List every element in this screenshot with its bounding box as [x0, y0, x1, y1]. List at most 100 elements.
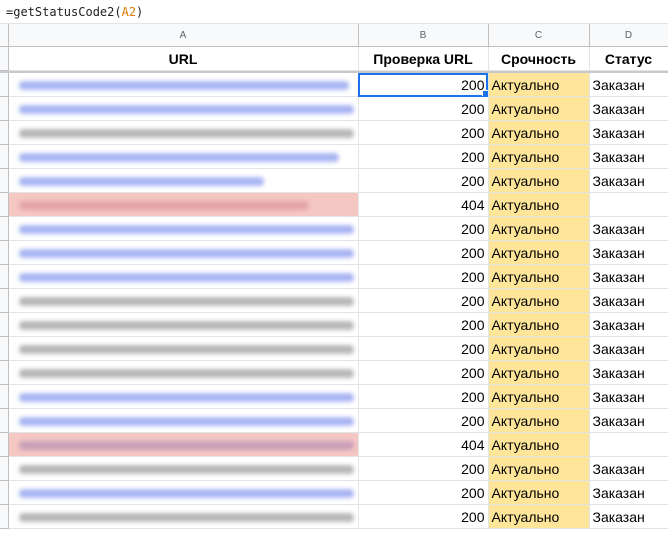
status-code-cell[interactable]: 200: [358, 360, 489, 385]
url-cell[interactable]: [8, 144, 359, 169]
status-cell[interactable]: Заказан: [589, 288, 668, 313]
urgency-cell[interactable]: Актуально: [488, 96, 590, 121]
row-header[interactable]: [0, 46, 9, 71]
status-code-cell[interactable]: 200: [358, 480, 489, 505]
status-cell[interactable]: Заказан: [589, 240, 668, 265]
row-header[interactable]: [0, 312, 9, 337]
urgency-cell[interactable]: Актуально: [488, 408, 590, 433]
status-cell[interactable]: Заказан: [589, 120, 668, 145]
url-cell[interactable]: [8, 384, 359, 409]
fill-handle[interactable]: [481, 90, 487, 96]
row-header[interactable]: [0, 456, 9, 481]
url-cell[interactable]: [8, 288, 359, 313]
status-cell[interactable]: [589, 192, 668, 217]
url-cell[interactable]: [8, 336, 359, 361]
urgency-cell[interactable]: Актуально: [488, 240, 590, 265]
url-cell[interactable]: [8, 504, 359, 529]
row-header[interactable]: [0, 480, 9, 505]
row-header[interactable]: [0, 96, 9, 121]
urgency-cell[interactable]: Актуально: [488, 384, 590, 409]
row-header[interactable]: [0, 168, 9, 193]
column-header-d[interactable]: D: [589, 24, 668, 47]
url-cell[interactable]: [8, 480, 359, 505]
status-cell[interactable]: Заказан: [589, 384, 668, 409]
urgency-cell[interactable]: Актуально: [488, 312, 590, 337]
select-all-corner[interactable]: [0, 24, 9, 47]
status-cell[interactable]: Заказан: [589, 504, 668, 529]
row-header[interactable]: [0, 336, 9, 361]
url-cell[interactable]: [8, 96, 359, 121]
url-cell[interactable]: [8, 120, 359, 145]
row-header[interactable]: [0, 504, 9, 529]
header-url-check[interactable]: Проверка URL: [358, 46, 489, 71]
status-code-cell[interactable]: 200: [358, 96, 489, 121]
header-urgency[interactable]: Срочность: [488, 46, 590, 71]
status-code-cell[interactable]: 200: [358, 336, 489, 361]
urgency-cell[interactable]: Актуально: [488, 168, 590, 193]
row-header[interactable]: [0, 144, 9, 169]
column-header-b[interactable]: B: [358, 24, 489, 47]
status-cell[interactable]: Заказан: [589, 360, 668, 385]
status-cell[interactable]: Заказан: [589, 312, 668, 337]
row-header[interactable]: [0, 408, 9, 433]
url-cell[interactable]: [8, 240, 359, 265]
row-header[interactable]: [0, 264, 9, 289]
status-cell[interactable]: Заказан: [589, 480, 668, 505]
header-url[interactable]: URL: [8, 46, 359, 71]
status-cell[interactable]: Заказан: [589, 264, 668, 289]
status-cell[interactable]: Заказан: [589, 456, 668, 481]
status-code-cell[interactable]: 200: [358, 288, 489, 313]
urgency-cell[interactable]: Актуально: [488, 480, 590, 505]
row-header[interactable]: [0, 120, 9, 145]
urgency-cell[interactable]: Актуально: [488, 264, 590, 289]
urgency-cell[interactable]: Актуально: [488, 192, 590, 217]
status-cell[interactable]: Заказан: [589, 216, 668, 241]
urgency-cell[interactable]: Актуально: [488, 360, 590, 385]
url-cell[interactable]: [8, 432, 359, 457]
status-cell[interactable]: Заказан: [589, 96, 668, 121]
status-code-cell[interactable]: 200: [358, 240, 489, 265]
status-code-cell[interactable]: 200: [358, 504, 489, 529]
url-cell[interactable]: [8, 168, 359, 193]
urgency-cell[interactable]: Актуально: [488, 216, 590, 241]
row-header[interactable]: [0, 216, 9, 241]
status-code-cell[interactable]: 200: [358, 456, 489, 481]
status-code-cell[interactable]: 404: [358, 432, 489, 457]
header-status[interactable]: Статус: [589, 46, 668, 71]
status-code-cell[interactable]: 200: [358, 312, 489, 337]
urgency-cell[interactable]: Актуально: [488, 456, 590, 481]
status-cell[interactable]: Заказан: [589, 73, 668, 97]
url-cell[interactable]: [8, 312, 359, 337]
status-code-cell[interactable]: 200: [358, 384, 489, 409]
status-cell[interactable]: Заказан: [589, 144, 668, 169]
urgency-cell[interactable]: Актуально: [488, 144, 590, 169]
status-code-cell[interactable]: 200: [358, 264, 489, 289]
urgency-cell[interactable]: Актуально: [488, 73, 590, 97]
formula-bar[interactable]: =getStatusCode2(A2): [0, 0, 668, 24]
urgency-cell[interactable]: Актуально: [488, 504, 590, 529]
status-cell[interactable]: Заказан: [589, 336, 668, 361]
status-code-cell[interactable]: 200: [358, 144, 489, 169]
column-header-a[interactable]: A: [8, 24, 359, 47]
url-cell[interactable]: [8, 456, 359, 481]
url-cell[interactable]: [8, 264, 359, 289]
row-header[interactable]: [0, 240, 9, 265]
status-cell[interactable]: Заказан: [589, 408, 668, 433]
urgency-cell[interactable]: Актуально: [488, 336, 590, 361]
status-code-cell[interactable]: 200: [358, 408, 489, 433]
status-cell[interactable]: Заказан: [589, 168, 668, 193]
status-code-cell[interactable]: 200: [358, 120, 489, 145]
row-header[interactable]: [0, 73, 9, 97]
status-code-cell[interactable]: 404: [358, 192, 489, 217]
status-code-cell[interactable]: 200: [358, 168, 489, 193]
row-header[interactable]: [0, 192, 9, 217]
urgency-cell[interactable]: Актуально: [488, 432, 590, 457]
url-cell[interactable]: [8, 216, 359, 241]
urgency-cell[interactable]: Актуально: [488, 288, 590, 313]
urgency-cell[interactable]: Актуально: [488, 120, 590, 145]
url-cell[interactable]: [8, 73, 359, 97]
url-cell[interactable]: [8, 408, 359, 433]
row-header[interactable]: [0, 360, 9, 385]
url-cell[interactable]: [8, 360, 359, 385]
url-cell[interactable]: [8, 192, 359, 217]
